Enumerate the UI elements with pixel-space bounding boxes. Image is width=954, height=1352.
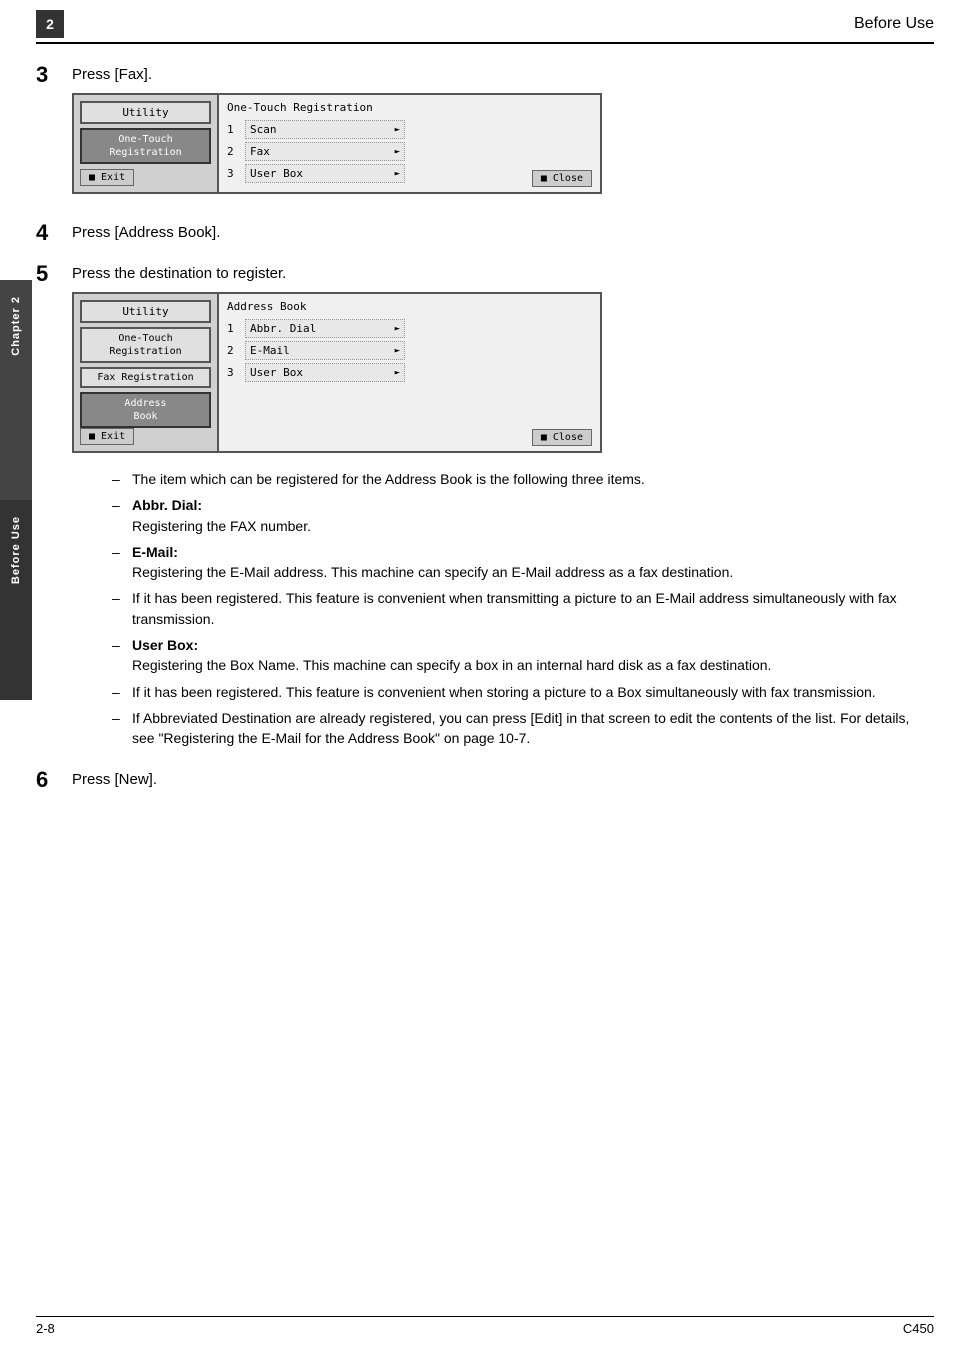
fax-btn[interactable]: Fax ►	[245, 142, 405, 161]
fax-item-1: 1 Scan ►	[227, 120, 592, 139]
address-left-buttons: Utility One-TouchRegistration Fax Regist…	[80, 300, 211, 428]
fax-right-panel: One-Touch Registration 1 Scan ► 2 Fax ►	[219, 95, 600, 192]
fax-reg-btn[interactable]: Fax Registration	[80, 367, 211, 388]
address-item-2: 2 E-Mail ►	[227, 341, 592, 360]
abbr-dial-btn[interactable]: Abbr. Dial ►	[245, 319, 405, 338]
address-screenshot: Utility One-TouchRegistration Fax Regist…	[72, 292, 602, 453]
email-desc: Registering the E-Mail address. This mac…	[132, 564, 733, 580]
address-item-3: 3 User Box ►	[227, 363, 592, 382]
one-touch-reg-btn-1[interactable]: One-TouchRegistration	[80, 128, 211, 164]
fax-left-buttons: Utility One-TouchRegistration	[80, 101, 211, 164]
bullet-2: – Abbr. Dial: Registering the FAX number…	[112, 495, 934, 536]
step-6-label: Press [New].	[72, 769, 934, 790]
step-6: 6 Press [New].	[36, 769, 934, 798]
page-footer: 2-8 C450	[36, 1316, 934, 1336]
fax-close-row: ■ Close	[532, 170, 592, 187]
step-3: 3 Press [Fax]. Utility One-TouchRegistra…	[36, 64, 934, 210]
bullet-6: – If it has been registered. This featur…	[112, 682, 934, 702]
fax-screenshot: Utility One-TouchRegistration ■ Exit One…	[72, 93, 602, 194]
email-title: E-Mail:	[132, 544, 178, 560]
utility-btn-1[interactable]: Utility	[80, 101, 211, 124]
user-box-btn-1[interactable]: User Box ►	[245, 164, 405, 183]
page-header: 2 Before Use	[36, 10, 934, 44]
fax-bottom-row: ■ Exit	[80, 169, 211, 186]
abbr-dial-title: Abbr. Dial:	[132, 497, 202, 513]
close-btn-2[interactable]: ■ Close	[532, 429, 592, 446]
chapter-box: 2	[36, 10, 64, 38]
address-left-panel: Utility One-TouchRegistration Fax Regist…	[74, 294, 219, 451]
user-box-btn-2[interactable]: User Box ►	[245, 363, 405, 382]
step-5: 5 Press the destination to register. Uti…	[36, 263, 934, 757]
step-4-content: Press [Address Book].	[72, 222, 934, 251]
step-6-content: Press [New].	[72, 769, 934, 798]
model-num: C450	[903, 1321, 934, 1336]
step-3-label: Press [Fax].	[72, 64, 934, 85]
bullet-4: – If it has been registered. This featur…	[112, 588, 934, 629]
main-content: 2 Before Use 3 Press [Fax]. Utility One-…	[36, 0, 934, 798]
header-title: Before Use	[854, 15, 934, 33]
chapter-side-text: Chapter 2	[10, 296, 22, 356]
step-5-label: Press the destination to register.	[72, 263, 934, 284]
section-side-text: Before Use	[10, 516, 22, 584]
address-right-panel: Address Book 1 Abbr. Dial ► 2 E-Mail ►	[219, 294, 600, 451]
step-3-num: 3	[36, 64, 72, 86]
close-btn-1[interactable]: ■ Close	[532, 170, 592, 187]
userbox-desc: Registering the Box Name. This machine c…	[132, 657, 771, 673]
exit-btn-1[interactable]: ■ Exit	[80, 169, 134, 186]
abbr-dial-desc: Registering the FAX number.	[132, 518, 311, 534]
bullet-7: – If Abbreviated Destination are already…	[112, 708, 934, 749]
step-5-num: 5	[36, 263, 72, 285]
address-bottom-row: ■ Exit	[80, 428, 211, 445]
bullet-3: – E-Mail: Registering the E-Mail address…	[112, 542, 934, 583]
email-btn[interactable]: E-Mail ►	[245, 341, 405, 360]
address-item-1: 1 Abbr. Dial ►	[227, 319, 592, 338]
address-close-row: ■ Close	[532, 429, 592, 446]
address-book-btn[interactable]: AddressBook	[80, 392, 211, 428]
section-side-label: Before Use	[0, 500, 32, 700]
address-right-title: Address Book	[227, 300, 592, 313]
one-touch-reg-btn-2[interactable]: One-TouchRegistration	[80, 327, 211, 363]
scan-btn[interactable]: Scan ►	[245, 120, 405, 139]
fax-right-title: One-Touch Registration	[227, 101, 592, 114]
utility-btn-2[interactable]: Utility	[80, 300, 211, 323]
userbox-title: User Box:	[132, 637, 198, 653]
step-3-content: Press [Fax]. Utility One-TouchRegistrati…	[72, 64, 934, 210]
bullet-5: – User Box: Registering the Box Name. Th…	[112, 635, 934, 676]
bullet-1: – The item which can be registered for t…	[112, 469, 934, 489]
exit-btn-2[interactable]: ■ Exit	[80, 428, 134, 445]
step-5-content: Press the destination to register. Utili…	[72, 263, 934, 757]
bullet-list: – The item which can be registered for t…	[112, 469, 934, 749]
fax-left-panel: Utility One-TouchRegistration ■ Exit	[74, 95, 219, 192]
step-4: 4 Press [Address Book].	[36, 222, 934, 251]
chapter-side-label: Chapter 2	[0, 280, 32, 500]
page-num: 2-8	[36, 1321, 55, 1336]
step-6-num: 6	[36, 769, 72, 791]
step-4-label: Press [Address Book].	[72, 222, 934, 243]
fax-item-2: 2 Fax ►	[227, 142, 592, 161]
step-4-num: 4	[36, 222, 72, 244]
